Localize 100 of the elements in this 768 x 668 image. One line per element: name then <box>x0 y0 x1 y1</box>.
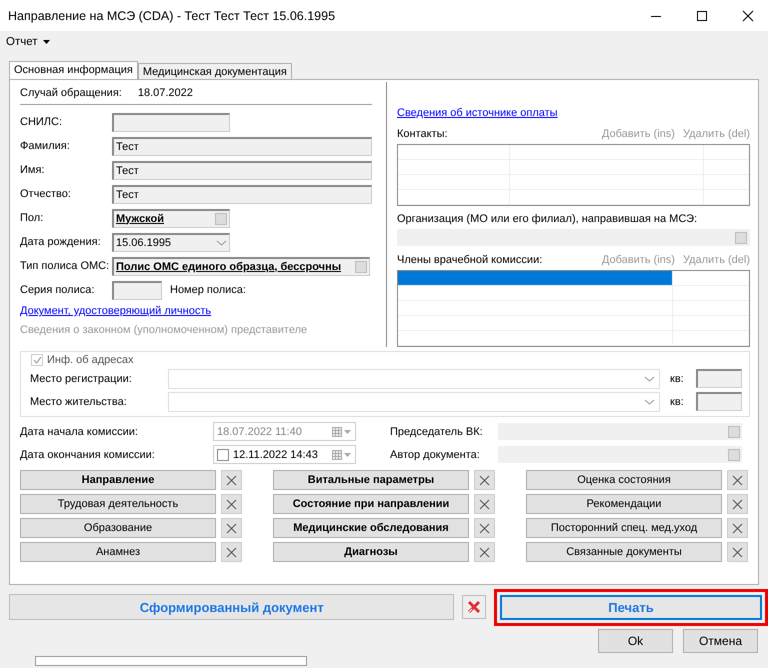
section-button[interactable]: Диагнозы <box>273 542 469 562</box>
input-field[interactable] <box>696 392 742 411</box>
clear-button[interactable] <box>221 470 242 490</box>
section-button[interactable]: Рекомендации <box>526 494 722 514</box>
lookup-field[interactable] <box>397 229 750 246</box>
clear-button[interactable] <box>474 470 495 490</box>
lookup-field[interactable]: Мужской <box>112 208 230 228</box>
section-button[interactable]: Анамнез <box>20 542 216 562</box>
close-icon <box>226 474 237 486</box>
clear-button[interactable] <box>727 470 748 490</box>
delete-x-icon <box>467 600 482 614</box>
section-button[interactable]: Оценка состояния <box>526 470 722 490</box>
close-icon[interactable] <box>742 10 754 22</box>
field-label: СНИЛС: <box>20 116 64 128</box>
field-label: Пол: <box>20 212 44 224</box>
section-button[interactable]: Трудовая деятельность <box>20 494 216 514</box>
section-button[interactable]: Состояние при направлении <box>273 494 469 514</box>
field-label: Автор документа: <box>390 448 481 460</box>
input-field[interactable] <box>696 369 742 388</box>
link[interactable]: Документ, удостоверяющий личность <box>20 302 382 321</box>
tab[interactable]: Медицинская документация <box>138 63 292 79</box>
calendar-icon[interactable] <box>332 426 352 436</box>
field-label: Тип полиса ОМС: <box>20 260 110 272</box>
checkmark-icon <box>32 356 42 364</box>
maximize-icon[interactable] <box>696 10 708 22</box>
ellipsis-button[interactable] <box>728 426 740 438</box>
field-label: Имя: <box>20 164 46 176</box>
close-icon <box>732 474 743 486</box>
field-value: Мужской <box>116 212 164 224</box>
input-field[interactable]: Тест <box>112 184 372 204</box>
clear-button[interactable] <box>474 518 495 538</box>
clear-button[interactable] <box>727 542 748 562</box>
close-icon <box>479 546 490 558</box>
field-value: Полис ОМС единого образца, бессрочны <box>116 260 342 272</box>
input-field[interactable]: Тест <box>112 136 372 156</box>
clear-button[interactable] <box>474 542 495 562</box>
field-label: кв: <box>670 396 685 408</box>
close-icon <box>732 498 743 510</box>
case-date: 18.07.2022 <box>138 87 193 99</box>
section-button[interactable]: Связанные документы <box>526 542 722 562</box>
ellipsis-button[interactable] <box>355 260 367 272</box>
menu-item[interactable]: Отчет <box>6 36 50 48</box>
window-title: Направление на МСЭ (CDA) - Тест Тест Тест 15.06.1995 <box>8 8 336 22</box>
section-label: Организация (МО или его филиал), направившая на МСЭ: <box>397 213 698 227</box>
close-icon <box>479 498 490 510</box>
clear-button[interactable] <box>221 518 242 538</box>
close-icon <box>226 522 237 534</box>
close-icon <box>732 546 743 558</box>
tab[interactable]: Основная информация <box>9 61 138 79</box>
field-label: Номер полиса: <box>170 284 246 296</box>
field-label: Место регистрации: <box>30 372 133 384</box>
input-field[interactable] <box>112 112 230 132</box>
ellipsis-button[interactable] <box>215 212 227 224</box>
section-button[interactable]: Медицинские обследования <box>273 518 469 538</box>
dialog-button[interactable]: Отмена <box>683 629 758 653</box>
checkbox[interactable] <box>217 448 229 460</box>
close-icon <box>732 522 743 534</box>
clear-button[interactable] <box>727 494 748 514</box>
field-label: Дата начала комиссии: <box>20 426 139 438</box>
close-icon <box>226 498 237 510</box>
field-value: 12.11.2022 14:43 <box>233 448 319 460</box>
section-button[interactable]: Образование <box>20 518 216 538</box>
dialog-button[interactable]: Ok <box>598 629 673 653</box>
lookup-field[interactable] <box>498 446 742 463</box>
clear-button[interactable] <box>221 542 242 562</box>
field-value: 15.06.1995 <box>116 236 172 248</box>
section-button[interactable]: Направление <box>20 470 216 490</box>
field-label: Дата рождения: <box>20 236 102 248</box>
section-label: Контакты: <box>397 128 448 140</box>
delete-button[interactable] <box>462 595 486 619</box>
input-field[interactable] <box>112 280 162 300</box>
clear-button[interactable] <box>474 494 495 514</box>
case-label: Случай обращения: <box>20 87 122 99</box>
clear-button[interactable] <box>727 518 748 538</box>
field-label: Серия полиса: <box>20 284 96 296</box>
field-value: 18.07.2022 11:40 <box>217 426 303 438</box>
ellipsis-button[interactable] <box>728 448 740 460</box>
field-label: кв: <box>670 372 685 384</box>
date-field[interactable]: 15.06.1995 <box>112 232 230 252</box>
link[interactable]: Сведения об источнике оплаты <box>397 104 750 123</box>
checkbox-label: Инф. об адресах <box>47 354 134 366</box>
ellipsis-button[interactable] <box>735 232 747 244</box>
close-icon <box>479 522 490 534</box>
field-label: Фамилия: <box>20 140 71 152</box>
close-icon <box>479 474 490 486</box>
field-label: Место жительства: <box>30 396 128 408</box>
field-label: Дата окончания комиссии: <box>20 448 156 460</box>
input-field[interactable]: Тест <box>112 160 372 180</box>
clear-button[interactable] <box>221 494 242 514</box>
section-label: Члены врачебной комиссии: <box>397 254 542 266</box>
close-icon <box>226 546 237 558</box>
field-label: Отчество: <box>20 188 72 200</box>
lookup-field[interactable] <box>498 423 742 440</box>
lookup-field[interactable]: Полис ОМС единого образца, бессрочны <box>112 256 370 276</box>
caret-icon <box>42 40 50 44</box>
section-button[interactable]: Витальные параметры <box>273 470 469 490</box>
calendar-icon[interactable] <box>332 450 352 460</box>
datetime-field[interactable]: 12.11.2022 14:43 <box>213 445 356 464</box>
field-label: Председатель ВК: <box>390 426 484 438</box>
section-button[interactable]: Посторонний спец. мед.уход <box>526 518 722 538</box>
